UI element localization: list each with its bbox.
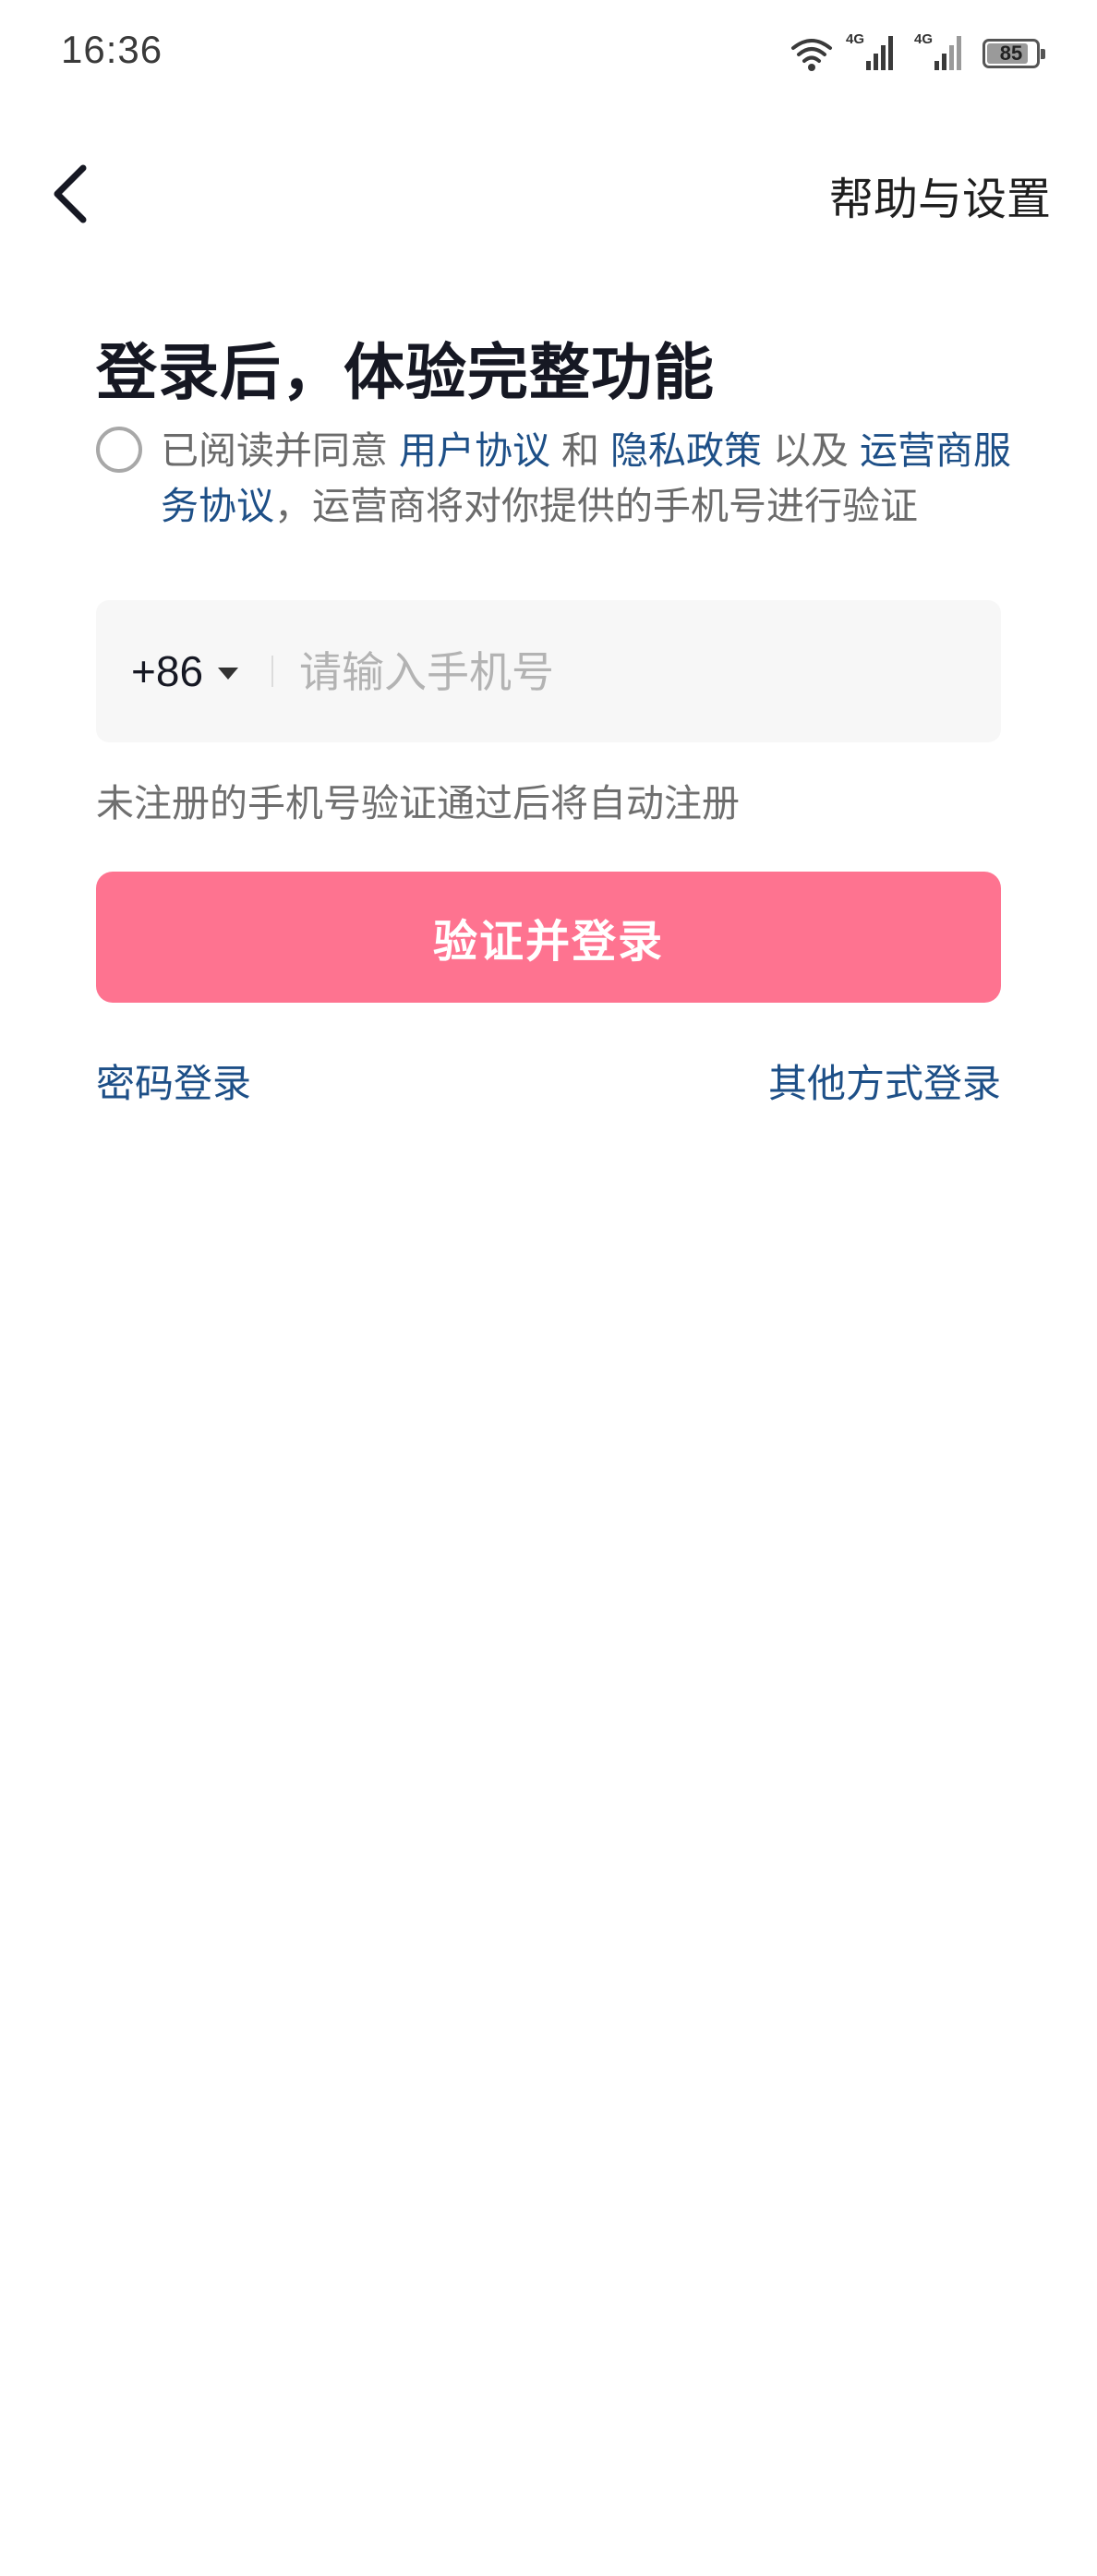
- chevron-left-icon: [54, 164, 87, 223]
- verify-login-button[interactable]: 验证并登录: [96, 872, 1001, 1003]
- signal-bars-icon: [866, 36, 893, 70]
- country-code: +86: [131, 647, 204, 695]
- cell-signal-2: 4G: [914, 31, 970, 72]
- battery-level: 85: [999, 42, 1023, 65]
- phone-input[interactable]: [297, 628, 966, 716]
- country-code-selector[interactable]: +86: [131, 600, 239, 742]
- status-bar: 16:36 4G 4G 85: [0, 0, 1097, 111]
- agreement-text: 已阅读并同意 用户协议和隐私政策 以及 运营商服务协议，运营商将对你提供的手机号进行验…: [161, 423, 1019, 534]
- page-title: 登录后，体验完整功能: [96, 337, 715, 408]
- signal-bars-icon: [934, 36, 961, 70]
- agreement-also: 以及: [773, 428, 849, 473]
- caret-down-icon: [218, 667, 239, 680]
- other-login-link[interactable]: 其他方式登录: [768, 1053, 1001, 1109]
- agreement-prefix: 已阅读并同意: [161, 428, 388, 473]
- cell-signal-1: 4G: [846, 31, 901, 72]
- divider: [271, 656, 273, 687]
- login-screen: 16:36 4G 4G 85 帮助与设置 登录后，体验完整功能 已阅读并同意 用…: [0, 0, 1097, 2576]
- phone-input-box: +86: [96, 600, 1001, 742]
- status-time: 16:36: [61, 28, 163, 71]
- back-button[interactable]: [44, 157, 100, 231]
- wifi-icon: [791, 39, 832, 71]
- battery-icon: 85: [982, 39, 1045, 68]
- user-agreement-link[interactable]: 用户协议: [399, 428, 550, 473]
- agreement-suffix: ，运营商将对你提供的手机号进行验证: [274, 484, 918, 528]
- status-icons: 4G 4G 85: [790, 31, 1045, 72]
- password-login-link[interactable]: 密码登录: [96, 1053, 251, 1109]
- agreement-and: 和: [561, 428, 599, 473]
- help-settings-link[interactable]: 帮助与设置: [829, 163, 1051, 227]
- auto-register-hint: 未注册的手机号验证通过后将自动注册: [96, 781, 740, 825]
- agreement-checkbox[interactable]: [96, 427, 142, 473]
- privacy-policy-link[interactable]: 隐私政策: [610, 428, 762, 473]
